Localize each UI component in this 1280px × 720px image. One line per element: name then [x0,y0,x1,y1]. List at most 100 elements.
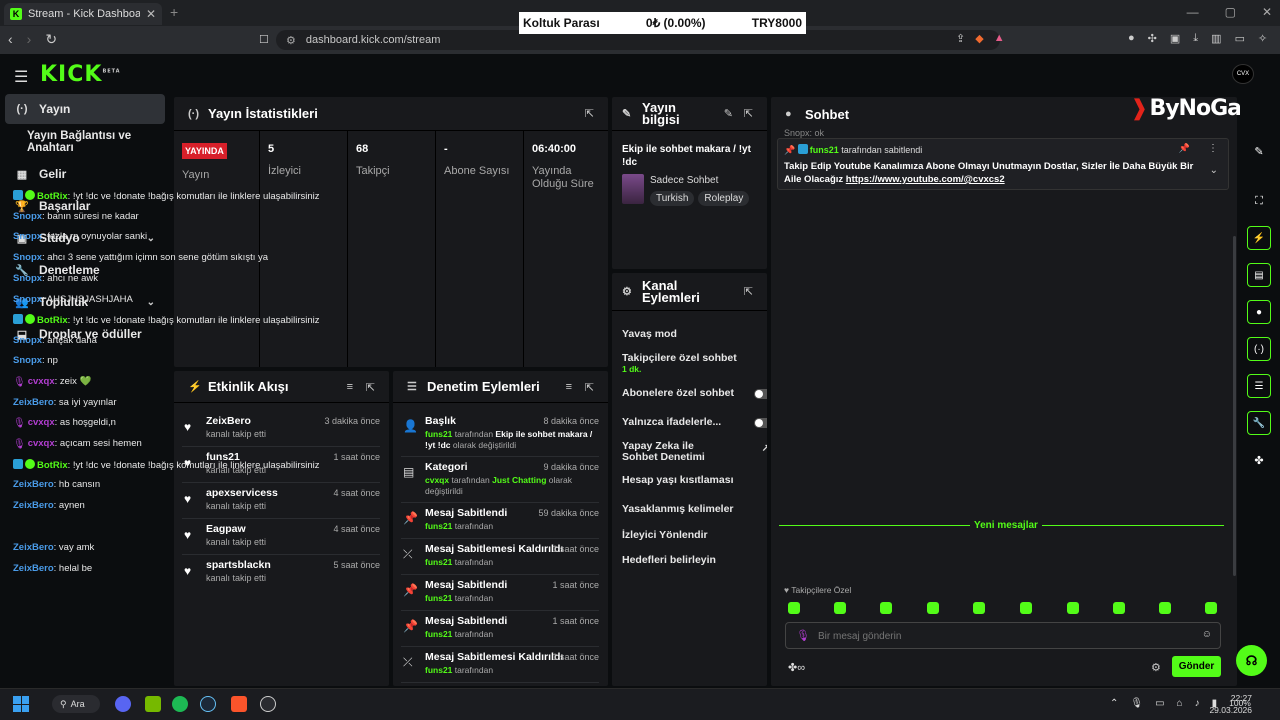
unpin-icon[interactable]: 📌 [1179,143,1190,154]
leo-icon[interactable]: ✧ [1258,32,1267,45]
emote-button[interactable] [834,602,846,614]
entry-user[interactable]: funs21 [425,521,452,531]
reload-icon[interactable]: ↻ [45,31,57,48]
entry-user[interactable]: funs21 [425,593,452,603]
popout-icon[interactable]: ⇱ [585,381,594,394]
chat-username[interactable]: Snopx [13,231,42,242]
chat-username[interactable]: BotRix [37,315,68,326]
discord-icon[interactable] [115,696,131,712]
chat-username[interactable]: ZeixBero [13,479,54,490]
chat-message-input[interactable] [818,627,1178,645]
minimize-icon[interactable]: — [1187,5,1199,19]
kick-logo[interactable]: KICKBETA [40,62,121,87]
edit-icon[interactable]: ✎ [724,107,733,120]
chevron-down-icon[interactable]: ⌄ [1210,165,1218,176]
windows-start-icon[interactable] [13,696,29,712]
lightning-icon[interactable]: ⚡ [1247,226,1271,250]
network-icon[interactable]: ⌂ [1177,698,1183,709]
broadcast-icon[interactable]: (·) [1247,337,1271,361]
toggle-switch[interactable] [754,418,767,428]
wrench-icon[interactable]: 🔧 [1247,411,1271,435]
send-button[interactable]: Gönder [1172,656,1221,677]
close-icon[interactable]: ✕ [146,7,156,21]
emote-wheel-icon[interactable]: ✤∞ [788,661,805,674]
back-icon[interactable]: ‹ [8,31,13,48]
popout-icon[interactable]: ⇱ [744,107,753,120]
emote-button[interactable] [1159,602,1171,614]
hamburger-menu-icon[interactable]: ☰ [14,67,28,87]
toggle-switch[interactable] [754,389,767,399]
emote-button[interactable] [880,602,892,614]
site-info-icon[interactable]: ⚙ [286,34,296,47]
action-goals[interactable]: Hedefleri belirleyin› [622,554,767,566]
entry-user[interactable]: funs21 [425,429,452,439]
emote-button[interactable] [1113,602,1125,614]
chat-username[interactable]: cvxqx [28,376,55,387]
emote-button[interactable] [927,602,939,614]
obs-icon[interactable] [260,696,276,712]
chat-username[interactable]: ZeixBero [13,397,54,408]
chat-username[interactable]: BotRix [37,191,68,202]
sidebar-item-stream-key[interactable]: Yayın Bağlantısı ve Anahtarı [5,127,175,157]
action-banned-words[interactable]: Yasaklanmış kelimeler› [622,503,767,515]
steam-icon[interactable] [200,696,216,712]
tag-chip[interactable]: Roleplay [698,191,750,206]
event-user[interactable]: Eagpaw [206,523,246,535]
action-subs-only[interactable]: Abonelere özel sohbet [622,387,767,399]
popout-icon[interactable]: ⇱ [744,285,753,298]
popout-icon[interactable]: ⇱ [366,381,375,394]
nvidia-icon[interactable] [145,696,161,712]
emote-button[interactable] [1205,602,1217,614]
chat-username[interactable]: cvxqx [28,417,55,428]
more-options-icon[interactable]: ⋮ [1208,143,1218,154]
chat-icon[interactable]: ● [1247,300,1271,324]
edit-icon[interactable]: ✎ [1247,139,1271,163]
emote-button[interactable] [1067,602,1079,614]
document-icon[interactable]: ▤ [1247,263,1271,287]
help-headset-icon[interactable]: ☊ [1236,645,1267,676]
tag-chip[interactable]: Turkish [650,191,695,206]
chat-username[interactable]: Snopx [13,294,42,305]
filter-icon[interactable]: ≡ [566,381,572,393]
puzzle-icon[interactable]: ✣ [1148,32,1157,45]
browser-tab[interactable]: K Stream - Kick Dashboard ✕ [4,3,162,25]
taskbar-search[interactable]: ⚲ Ara [52,695,100,713]
volume-icon[interactable]: ♪ [1195,698,1200,709]
pinned-link[interactable]: https://www.youtube.com/@cvxcs2 [846,174,1005,185]
brave-shield-icon[interactable]: ◆ [975,32,983,45]
action-emotes-only[interactable]: Yalnızca ifadelerle... [622,416,767,428]
monitor-icon[interactable]: ▭ [1155,698,1164,709]
entry-user[interactable]: funs21 [425,629,452,639]
chat-username[interactable]: ZeixBero [13,500,54,511]
action-ai-moderation[interactable]: Yapay Zeka ile Sohbet Denetimi ↗ [622,441,767,463]
chat-username[interactable]: Snopx [13,335,42,346]
popout-icon[interactable]: ⇱ [585,107,594,120]
bookmark-icon[interactable]: ☐ [259,33,269,46]
apps-icon[interactable]: ✤ [1247,448,1271,472]
chat-scrollbar[interactable] [1233,236,1236,576]
entry-user[interactable]: funs21 [425,557,452,567]
chat-username[interactable]: cvxqx [28,438,55,449]
settings-icon[interactable]: ⚙ [1151,661,1161,674]
extension-icon[interactable]: ● [1128,32,1135,45]
action-slow-mode[interactable]: Yavaş mod› [622,328,767,340]
share-icon[interactable]: ⇪ [956,32,965,45]
chevron-up-icon[interactable]: ⌃ [1110,698,1118,709]
entry-user[interactable]: funs21 [425,665,452,675]
media-icon[interactable]: ▣ [1170,32,1180,45]
close-window-icon[interactable]: ✕ [1262,5,1272,19]
spotify-icon[interactable] [172,696,188,712]
entry-user[interactable]: cvxqx [425,475,449,485]
action-followers-only[interactable]: Takipçilere özel sohbet1 dk.› [622,352,767,374]
pinned-by-user[interactable]: funs21 [810,145,839,155]
chat-username[interactable]: BotRix [37,460,68,471]
brave-rewards-icon[interactable]: ▲ [994,32,1005,45]
crop-icon[interactable]: ⛶ [1247,189,1271,213]
mic-icon[interactable]: 🎙 [1130,698,1143,709]
sidebar-item-yayin[interactable]: (·) Yayın [5,94,165,124]
forward-icon[interactable]: › [27,31,32,48]
brave-icon[interactable] [231,696,247,712]
emoji-icon[interactable]: ☺ [1202,629,1212,640]
maximize-icon[interactable]: ▢ [1225,5,1236,19]
event-user[interactable]: apexservicess [206,487,278,499]
